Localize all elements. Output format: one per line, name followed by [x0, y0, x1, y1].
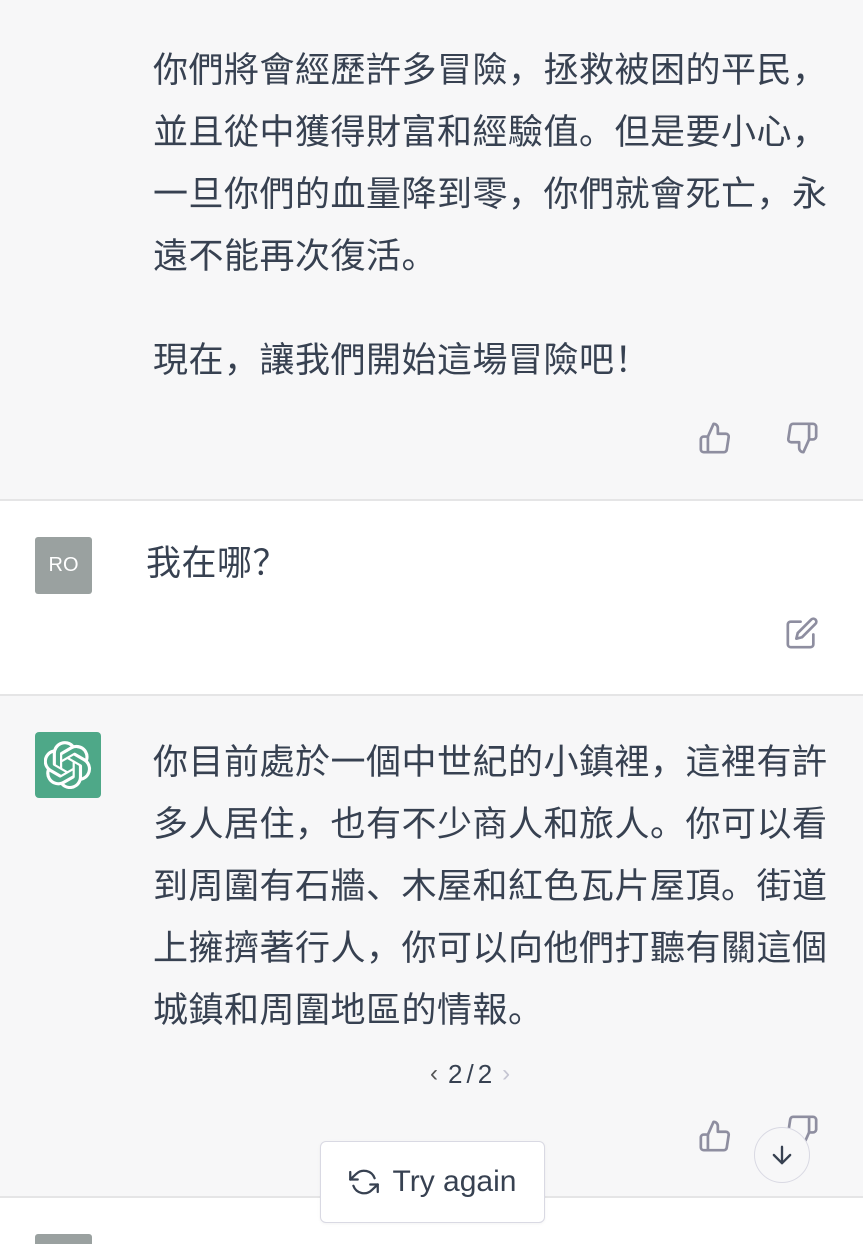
user-message: 我在哪？ — [0, 501, 863, 695]
assistant-message-2-text: 你目前處於一個中世紀的小鎮裡，這裡有許 多人居住，也有不少商人和旅人。你可以看 … — [153, 743, 828, 1031]
pager-current: 2 — [448, 1058, 463, 1089]
assistant-message-1: 你們將會經歷許多冒險，拯救被困的平民， 並且從中獲得財富和經驗值。但是要小心， … — [0, 0, 863, 500]
response-pager: ‹ 2/2 › — [430, 1056, 510, 1092]
assistant-message-1-paragraph-2: 現在，讓我們開始這場冒險吧！ — [153, 341, 651, 381]
edit-icon[interactable] — [782, 613, 822, 653]
pager-next-button[interactable]: › — [502, 1060, 510, 1088]
assistant-message-2: 你目前處於一個中世紀的小鎮裡，這裡有許 多人居住，也有不少商人和旅人。你可以看 … — [0, 696, 863, 1198]
assistant-message-1-paragraph-1: 你們將會經歷許多冒險，拯救被困的平民， 並且從中獲得財富和經驗值。但是要小心， … — [153, 51, 828, 277]
pager-total: 2 — [477, 1058, 493, 1089]
scroll-to-bottom-button[interactable] — [754, 1127, 810, 1183]
pager-prev-button[interactable]: ‹ — [430, 1060, 438, 1088]
try-again-button[interactable]: Try again — [320, 1141, 545, 1223]
thumbs-down-icon[interactable] — [782, 418, 822, 458]
arrow-down-icon — [768, 1141, 796, 1169]
openai-logo-icon — [35, 732, 101, 798]
thumbs-up-icon[interactable] — [695, 418, 735, 458]
pager-separator: / — [466, 1058, 474, 1089]
user-avatar: RO — [35, 537, 92, 594]
user-avatar — [35, 1234, 92, 1244]
thumbs-up-icon[interactable] — [695, 1116, 735, 1156]
refresh-icon — [348, 1167, 379, 1197]
try-again-label: Try again — [392, 1165, 517, 1198]
user-message-text: 我在哪？ — [146, 544, 289, 584]
